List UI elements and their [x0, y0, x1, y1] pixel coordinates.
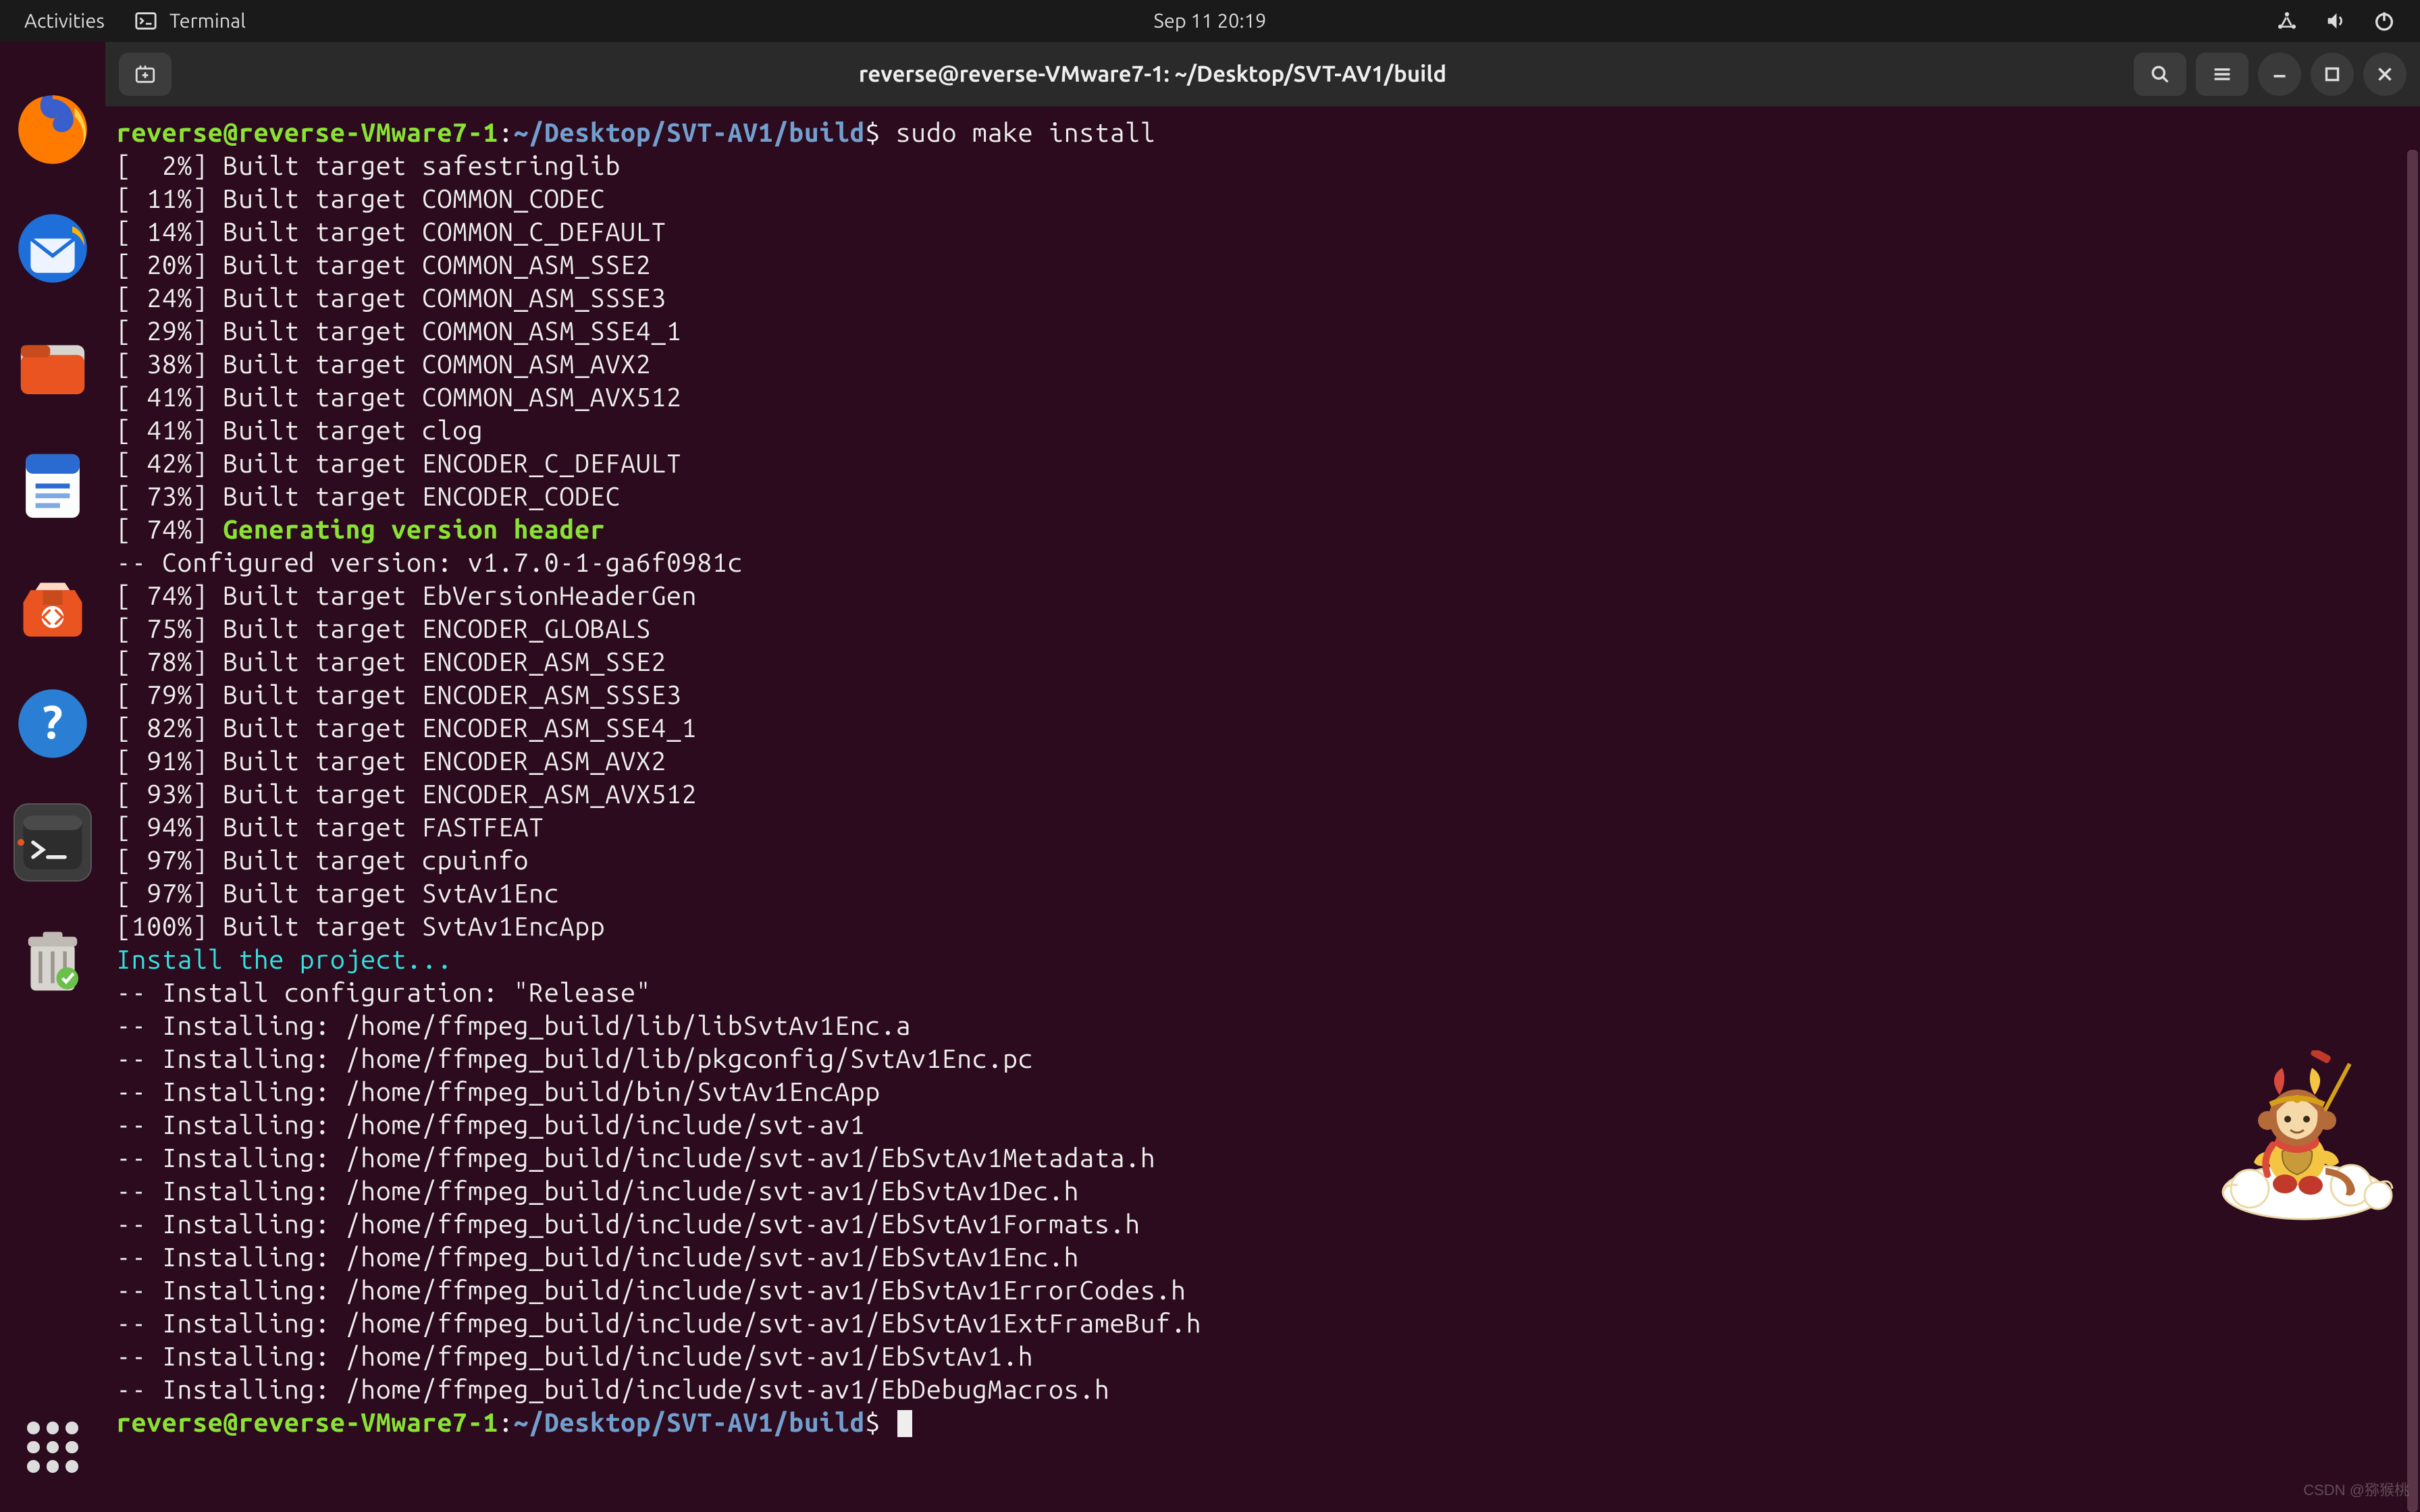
- network-icon[interactable]: [2276, 9, 2298, 32]
- titlebar: reverse@reverse-VMware7-1: ~/Desktop/SVT…: [105, 42, 2420, 107]
- scrollbar[interactable]: [2405, 150, 2420, 1512]
- search-button[interactable]: [2134, 53, 2186, 96]
- scrollbar-thumb[interactable]: [2407, 150, 2418, 1512]
- thunderbird-icon[interactable]: [14, 209, 92, 288]
- power-icon[interactable]: [2373, 9, 2396, 32]
- volume-icon[interactable]: [2324, 9, 2347, 32]
- terminal-small-icon: [134, 9, 157, 32]
- terminal-window: reverse@reverse-VMware7-1: ~/Desktop/SVT…: [105, 42, 2420, 1512]
- dock: ?: [0, 42, 105, 1512]
- terminal-viewport[interactable]: reverse@reverse-VMware7-1:~/Desktop/SVT-…: [105, 107, 2420, 1512]
- top-panel: Activities Terminal Sep 11 20:19: [0, 0, 2420, 42]
- trash-icon[interactable]: [14, 922, 92, 1000]
- new-tab-button[interactable]: [119, 53, 172, 96]
- active-app-indicator[interactable]: Terminal: [134, 9, 246, 32]
- show-apps-button[interactable]: [27, 1422, 78, 1473]
- firefox-icon[interactable]: [14, 90, 92, 169]
- close-button[interactable]: [2363, 53, 2406, 96]
- terminal-icon[interactable]: [14, 803, 92, 882]
- files-icon[interactable]: [14, 328, 92, 406]
- help-icon[interactable]: ?: [14, 684, 92, 763]
- software-icon[interactable]: [14, 566, 92, 644]
- writer-icon[interactable]: [14, 447, 92, 525]
- watermark: CSDN @猕猴桃: [2303, 1478, 2409, 1500]
- svg-text:?: ?: [43, 696, 63, 748]
- clock[interactable]: Sep 11 20:19: [0, 10, 2420, 32]
- activities-button[interactable]: Activities: [24, 10, 105, 32]
- window-title: reverse@reverse-VMware7-1: ~/Desktop/SVT…: [181, 61, 2124, 86]
- menu-button[interactable]: [2196, 53, 2248, 96]
- active-app-label: Terminal: [169, 10, 246, 32]
- minimize-button[interactable]: [2258, 53, 2301, 96]
- maximize-button[interactable]: [2311, 53, 2354, 96]
